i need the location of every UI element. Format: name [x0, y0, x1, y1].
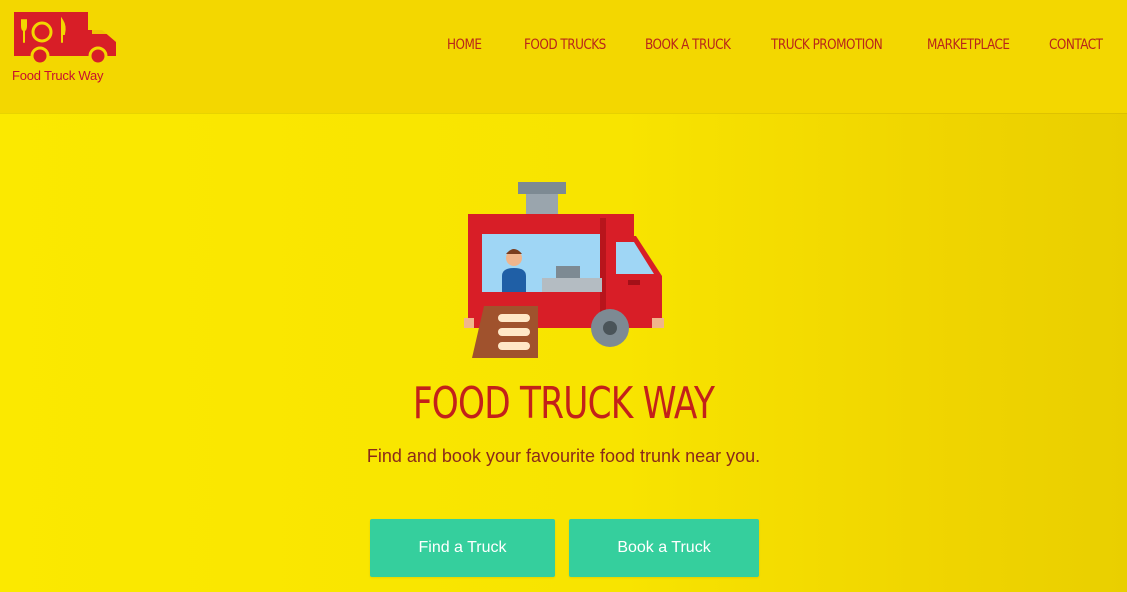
- site-header: Food Truck Way HOME FOOD TRUCKS BOOK A T…: [0, 0, 1127, 113]
- hero-title: FOOD TRUCK WAY: [412, 378, 715, 429]
- food-truck-logo-icon: [14, 12, 116, 66]
- nav-food-trucks[interactable]: FOOD TRUCKS: [524, 37, 606, 53]
- nav-contact[interactable]: CONTACT: [1049, 37, 1103, 53]
- nav-home[interactable]: HOME: [447, 37, 482, 53]
- food-truck-icon: [464, 182, 664, 358]
- main-nav: HOME FOOD TRUCKS BOOK A TRUCK TRUCK PROM…: [447, 37, 1103, 53]
- find-a-truck-button[interactable]: Find a Truck: [370, 519, 555, 577]
- logo-text: Food Truck Way: [12, 68, 104, 83]
- nav-truck-promotion[interactable]: TRUCK PROMOTION: [771, 37, 883, 53]
- hero-subtitle: Find and book your favourite food trunk …: [366, 446, 761, 466]
- nav-book-a-truck[interactable]: BOOK A TRUCK: [645, 37, 731, 53]
- nav-marketplace[interactable]: MARKETPLACE: [927, 37, 1010, 53]
- book-a-truck-button[interactable]: Book a Truck: [569, 519, 759, 577]
- site-logo[interactable]: Food Truck Way: [10, 8, 122, 88]
